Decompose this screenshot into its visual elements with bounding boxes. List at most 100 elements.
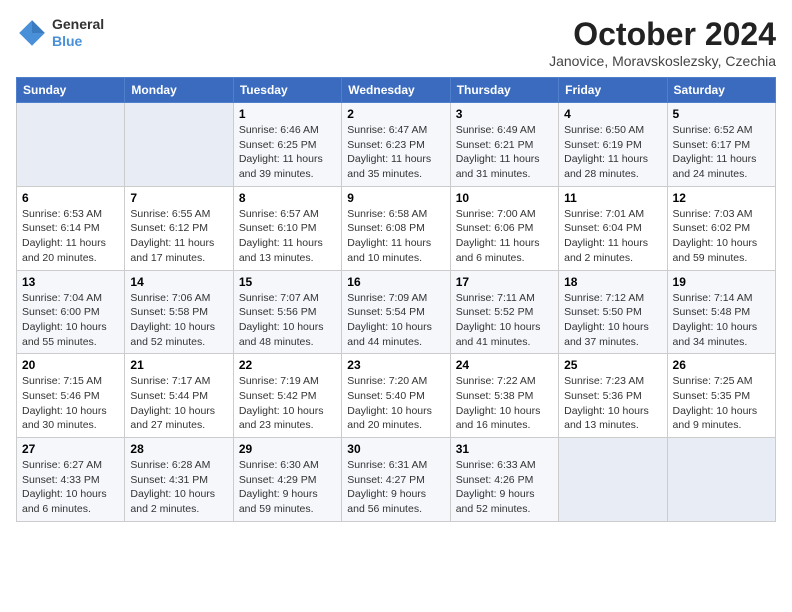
day-number: 18 <box>564 275 661 289</box>
day-number: 17 <box>456 275 553 289</box>
calendar-subtitle: Janovice, Moravskoslezsky, Czechia <box>549 53 776 69</box>
calendar-body: 1Sunrise: 6:46 AMSunset: 6:25 PMDaylight… <box>17 103 776 522</box>
day-detail: Sunrise: 7:01 AMSunset: 6:04 PMDaylight:… <box>564 207 661 266</box>
calendar-cell: 9 Sunrise: 6:58 AMSunset: 6:08 PMDaylight… <box>342 186 450 270</box>
day-detail: Sunrise: 7:15 AMSunset: 5:46 PMDaylight:… <box>22 374 119 433</box>
page-header: General Blue October 2024 Janovice, Mora… <box>16 16 776 69</box>
calendar-cell: 30Sunrise: 6:31 AMSunset: 4:27 PMDayligh… <box>342 438 450 522</box>
calendar-cell: 18 Sunrise: 7:12 AMSunset: 5:50 PMDayligh… <box>559 270 667 354</box>
calendar-cell: 25 Sunrise: 7:23 AMSunset: 5:36 PMDayligh… <box>559 354 667 438</box>
calendar-cell: 5Sunrise: 6:52 AMSunset: 6:17 PMDaylight… <box>667 103 775 187</box>
logo: General Blue <box>16 16 104 50</box>
day-detail: Sunrise: 6:30 AMSunset: 4:29 PMDaylight:… <box>239 458 336 517</box>
calendar-cell: 1Sunrise: 6:46 AMSunset: 6:25 PMDaylight… <box>233 103 341 187</box>
day-detail: Sunrise: 7:14 AMSunset: 5:48 PMDaylight:… <box>673 291 770 350</box>
day-number: 29 <box>239 442 336 456</box>
day-number: 28 <box>130 442 227 456</box>
day-number: 25 <box>564 358 661 372</box>
header-friday: Friday <box>559 78 667 103</box>
day-detail: Sunrise: 7:04 AMSunset: 6:00 PMDaylight:… <box>22 291 119 350</box>
calendar-cell: 20 Sunrise: 7:15 AMSunset: 5:46 PMDayligh… <box>17 354 125 438</box>
day-number: 5 <box>673 107 770 121</box>
calendar-week-4: 20 Sunrise: 7:15 AMSunset: 5:46 PMDayligh… <box>17 354 776 438</box>
calendar-cell: 28Sunrise: 6:28 AMSunset: 4:31 PMDayligh… <box>125 438 233 522</box>
day-detail: Sunrise: 7:12 AMSunset: 5:50 PMDaylight:… <box>564 291 661 350</box>
calendar-cell: 27 Sunrise: 6:27 AMSunset: 4:33 PMDayligh… <box>17 438 125 522</box>
day-number: 13 <box>22 275 119 289</box>
day-detail: Sunrise: 6:50 AMSunset: 6:19 PMDaylight:… <box>564 123 661 182</box>
calendar-cell: 13 Sunrise: 7:04 AMSunset: 6:00 PMDayligh… <box>17 270 125 354</box>
day-detail: Sunrise: 6:33 AMSunset: 4:26 PMDaylight:… <box>456 458 553 517</box>
day-detail: Sunrise: 7:03 AMSunset: 6:02 PMDaylight:… <box>673 207 770 266</box>
calendar-cell: 31 Sunrise: 6:33 AMSunset: 4:26 PMDayligh… <box>450 438 558 522</box>
day-detail: Sunrise: 6:57 AMSunset: 6:10 PMDaylight:… <box>239 207 336 266</box>
day-number: 11 <box>564 191 661 205</box>
logo-text: General Blue <box>52 16 104 50</box>
day-detail: Sunrise: 7:00 AMSunset: 6:06 PMDaylight:… <box>456 207 553 266</box>
header-saturday: Saturday <box>667 78 775 103</box>
day-number: 2 <box>347 107 444 121</box>
calendar-cell: 16Sunrise: 7:09 AMSunset: 5:54 PMDayligh… <box>342 270 450 354</box>
day-detail: Sunrise: 6:27 AMSunset: 4:33 PMDaylight:… <box>22 458 119 517</box>
day-detail: Sunrise: 7:06 AMSunset: 5:58 PMDaylight:… <box>130 291 227 350</box>
calendar-cell: 29 Sunrise: 6:30 AMSunset: 4:29 PMDayligh… <box>233 438 341 522</box>
day-detail: Sunrise: 6:31 AMSunset: 4:27 PMDaylight:… <box>347 458 444 517</box>
header-tuesday: Tuesday <box>233 78 341 103</box>
calendar-cell: 14 Sunrise: 7:06 AMSunset: 5:58 PMDayligh… <box>125 270 233 354</box>
day-number: 14 <box>130 275 227 289</box>
day-number: 12 <box>673 191 770 205</box>
day-number: 27 <box>22 442 119 456</box>
calendar-cell: 24 Sunrise: 7:22 AMSunset: 5:38 PMDayligh… <box>450 354 558 438</box>
day-number: 20 <box>22 358 119 372</box>
day-number: 9 <box>347 191 444 205</box>
day-number: 15 <box>239 275 336 289</box>
calendar-cell: 2Sunrise: 6:47 AMSunset: 6:23 PMDaylight… <box>342 103 450 187</box>
header-monday: Monday <box>125 78 233 103</box>
calendar-cell <box>559 438 667 522</box>
calendar-cell: 6 Sunrise: 6:53 AMSunset: 6:14 PMDaylight… <box>17 186 125 270</box>
calendar-title: October 2024 <box>549 16 776 53</box>
calendar-cell: 15 Sunrise: 7:07 AMSunset: 5:56 PMDayligh… <box>233 270 341 354</box>
day-number: 4 <box>564 107 661 121</box>
calendar-cell <box>125 103 233 187</box>
calendar-cell <box>667 438 775 522</box>
day-number: 19 <box>673 275 770 289</box>
day-detail: Sunrise: 6:49 AMSunset: 6:21 PMDaylight:… <box>456 123 553 182</box>
day-detail: Sunrise: 6:58 AMSunset: 6:08 PMDaylight:… <box>347 207 444 266</box>
calendar-cell: 12 Sunrise: 7:03 AMSunset: 6:02 PMDayligh… <box>667 186 775 270</box>
day-number: 22 <box>239 358 336 372</box>
day-detail: Sunrise: 6:53 AMSunset: 6:14 PMDaylight:… <box>22 207 119 266</box>
day-number: 7 <box>130 191 227 205</box>
day-number: 1 <box>239 107 336 121</box>
calendar-cell: 4 Sunrise: 6:50 AMSunset: 6:19 PMDaylight… <box>559 103 667 187</box>
day-number: 21 <box>130 358 227 372</box>
day-detail: Sunrise: 6:55 AMSunset: 6:12 PMDaylight:… <box>130 207 227 266</box>
day-detail: Sunrise: 7:23 AMSunset: 5:36 PMDaylight:… <box>564 374 661 433</box>
day-detail: Sunrise: 7:07 AMSunset: 5:56 PMDaylight:… <box>239 291 336 350</box>
calendar-cell: 8 Sunrise: 6:57 AMSunset: 6:10 PMDaylight… <box>233 186 341 270</box>
day-number: 31 <box>456 442 553 456</box>
calendar-week-1: 1Sunrise: 6:46 AMSunset: 6:25 PMDaylight… <box>17 103 776 187</box>
day-detail: Sunrise: 7:19 AMSunset: 5:42 PMDaylight:… <box>239 374 336 433</box>
calendar-cell: 3Sunrise: 6:49 AMSunset: 6:21 PMDaylight… <box>450 103 558 187</box>
calendar-cell: 26 Sunrise: 7:25 AMSunset: 5:35 PMDayligh… <box>667 354 775 438</box>
day-detail: Sunrise: 7:20 AMSunset: 5:40 PMDaylight:… <box>347 374 444 433</box>
day-detail: Sunrise: 7:22 AMSunset: 5:38 PMDaylight:… <box>456 374 553 433</box>
day-detail: Sunrise: 7:17 AMSunset: 5:44 PMDaylight:… <box>130 374 227 433</box>
header-wednesday: Wednesday <box>342 78 450 103</box>
calendar-cell: 21 Sunrise: 7:17 AMSunset: 5:44 PMDayligh… <box>125 354 233 438</box>
calendar-header: Sunday Monday Tuesday Wednesday Thursday… <box>17 78 776 103</box>
day-number: 26 <box>673 358 770 372</box>
calendar-cell: 10 Sunrise: 7:00 AMSunset: 6:06 PMDayligh… <box>450 186 558 270</box>
day-detail: Sunrise: 7:11 AMSunset: 5:52 PMDaylight:… <box>456 291 553 350</box>
calendar-cell: 23Sunrise: 7:20 AMSunset: 5:40 PMDayligh… <box>342 354 450 438</box>
day-number: 8 <box>239 191 336 205</box>
header-sunday: Sunday <box>17 78 125 103</box>
header-thursday: Thursday <box>450 78 558 103</box>
calendar-week-3: 13 Sunrise: 7:04 AMSunset: 6:00 PMDayligh… <box>17 270 776 354</box>
day-detail: Sunrise: 7:25 AMSunset: 5:35 PMDaylight:… <box>673 374 770 433</box>
day-number: 6 <box>22 191 119 205</box>
logo-icon <box>16 17 48 49</box>
day-number: 10 <box>456 191 553 205</box>
day-number: 24 <box>456 358 553 372</box>
